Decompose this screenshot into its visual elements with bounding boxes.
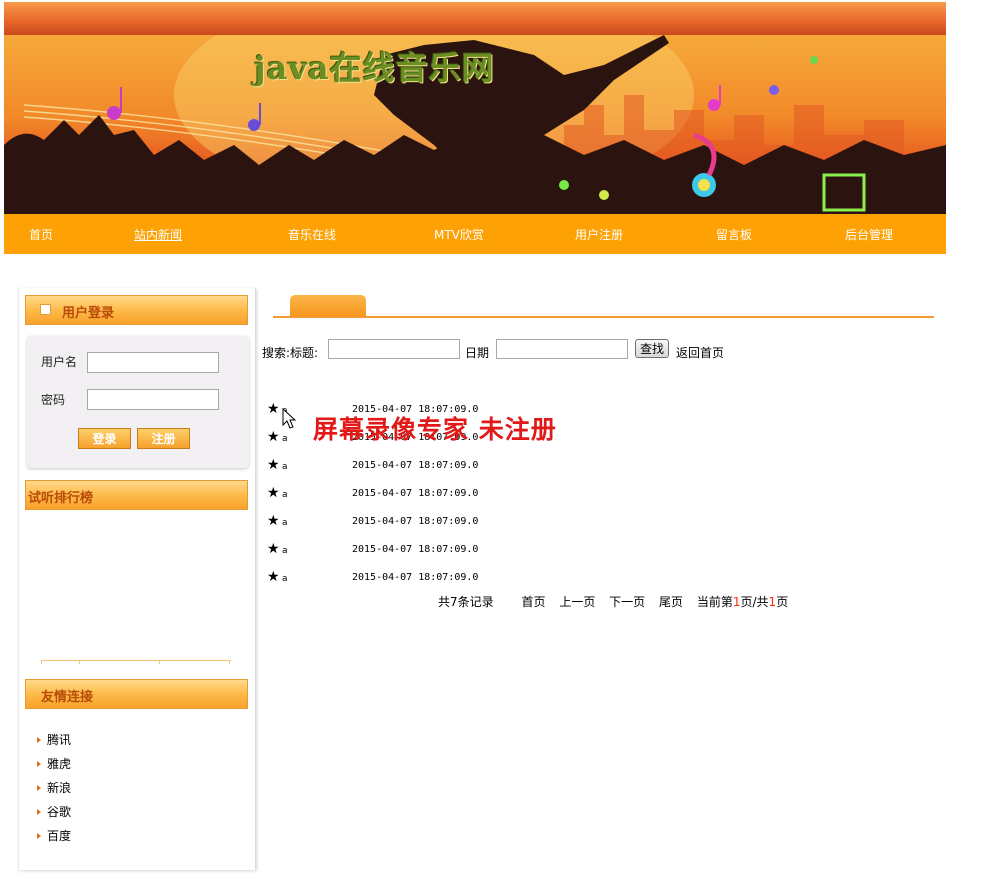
- ranking-panel-header: 试听排行榜: [25, 480, 248, 510]
- news-row[interactable]: ★ a 2015-04-07 18:07:09.0: [267, 458, 667, 486]
- friend-link[interactable]: 腾讯: [37, 732, 71, 756]
- content-divider: [273, 316, 934, 318]
- nav-mtv[interactable]: MTV欣赏: [434, 226, 484, 243]
- ranking-list: [41, 660, 231, 666]
- bullet-icon: [37, 785, 41, 791]
- friend-link[interactable]: 谷歌: [37, 804, 71, 828]
- password-label: 密码: [41, 393, 66, 407]
- news-title[interactable]: a: [282, 462, 288, 472]
- login-icon: [40, 304, 51, 315]
- nav-home[interactable]: 首页: [29, 226, 53, 243]
- star-icon: ★: [267, 541, 280, 557]
- news-title[interactable]: a: [282, 434, 288, 444]
- nav-guestbook[interactable]: 留言板: [716, 226, 752, 243]
- friend-link[interactable]: 新浪: [37, 780, 71, 804]
- star-icon: ★: [267, 485, 280, 501]
- content-tab[interactable]: [290, 295, 366, 317]
- sidebar: 用户登录 用户名 密码 登录 注册 试听排行榜 友情连接 腾讯 雅虎 新浪 谷歌…: [18, 288, 256, 870]
- news-date: 2015-04-07 18:07:09.0: [352, 516, 479, 527]
- current-page-suffix: 页: [776, 595, 789, 609]
- ranking-panel-title: 试听排行榜: [28, 491, 94, 506]
- news-row[interactable]: ★ a 2015-04-07 18:07:09.0: [267, 542, 667, 570]
- friend-link[interactable]: 雅虎: [37, 756, 71, 780]
- links-panel-title: 友情连接: [41, 690, 94, 705]
- last-page-link[interactable]: 尾页: [659, 595, 683, 609]
- nav-news[interactable]: 站内新闻: [134, 226, 182, 243]
- login-panel-header: 用户登录: [25, 295, 248, 325]
- mouse-cursor-icon: [282, 408, 296, 429]
- main-nav: 首页 站内新闻 音乐在线 MTV欣赏 用户注册 留言板 后台管理: [4, 214, 946, 254]
- username-label: 用户名: [41, 355, 78, 369]
- news-row[interactable]: ★ a 2015-04-07 18:07:09.0: [267, 514, 667, 542]
- nav-admin[interactable]: 后台管理: [845, 226, 893, 243]
- search-button[interactable]: 查找: [635, 339, 669, 358]
- star-icon: ★: [267, 401, 280, 417]
- date-search-input[interactable]: [496, 339, 628, 359]
- bullet-icon: [37, 833, 41, 839]
- current-page-prefix: 当前第: [696, 595, 733, 609]
- news-title[interactable]: a: [282, 546, 288, 556]
- nav-register[interactable]: 用户注册: [575, 226, 623, 243]
- news-date: 2015-04-07 18:07:09.0: [352, 488, 479, 499]
- first-page-link[interactable]: 首页: [521, 595, 545, 609]
- nav-music-online[interactable]: 音乐在线: [288, 226, 336, 243]
- site-title: java在线音乐网: [254, 49, 495, 87]
- star-icon: ★: [267, 513, 280, 529]
- search-label: 搜索:标题:: [262, 346, 319, 360]
- news-row[interactable]: ★ a 2015-04-07 18:07:09.0: [267, 486, 667, 514]
- star-icon: ★: [267, 457, 280, 473]
- news-title[interactable]: a: [282, 518, 288, 528]
- news-title[interactable]: a: [282, 574, 288, 584]
- current-page-number: 1: [732, 595, 741, 609]
- news-title[interactable]: a: [282, 490, 288, 500]
- register-button[interactable]: 注册: [137, 428, 190, 449]
- news-date: 2015-04-07 18:07:09.0: [352, 544, 479, 555]
- back-home-link[interactable]: 返回首页: [676, 344, 724, 361]
- star-icon: ★: [267, 429, 280, 445]
- title-search-input[interactable]: [328, 339, 460, 359]
- header-banner: java在线音乐网: [4, 35, 946, 214]
- header-top-strip: [4, 2, 946, 35]
- news-date: 2015-04-07 18:07:09.0: [352, 460, 479, 471]
- login-button[interactable]: 登录: [78, 428, 131, 449]
- password-input[interactable]: [87, 389, 219, 410]
- recorder-watermark: 屏幕录像专家 未注册: [313, 415, 557, 444]
- bullet-icon: [37, 737, 41, 743]
- search-bar: 搜索:标题: 日期 查找 返回首页: [262, 339, 942, 363]
- login-panel-title: 用户登录: [62, 306, 115, 321]
- prev-page-link[interactable]: 上一页: [559, 595, 595, 609]
- username-input[interactable]: [87, 352, 219, 373]
- pagination: 共7条记录 首页 上一页 下一页 尾页 当前第1页/共1页: [438, 593, 788, 609]
- friend-links: 腾讯 雅虎 新浪 谷歌 百度: [37, 732, 71, 852]
- friend-link[interactable]: 百度: [37, 828, 71, 852]
- current-page-mid: 页/共: [740, 595, 769, 609]
- links-panel-header: 友情连接: [25, 679, 248, 709]
- next-page-link[interactable]: 下一页: [609, 595, 645, 609]
- news-date: 2015-04-07 18:07:09.0: [352, 572, 479, 583]
- bullet-icon: [37, 809, 41, 815]
- star-icon: ★: [267, 569, 280, 585]
- date-label: 日期: [465, 346, 490, 360]
- record-count: 共7条记录: [438, 595, 494, 609]
- bullet-icon: [37, 761, 41, 767]
